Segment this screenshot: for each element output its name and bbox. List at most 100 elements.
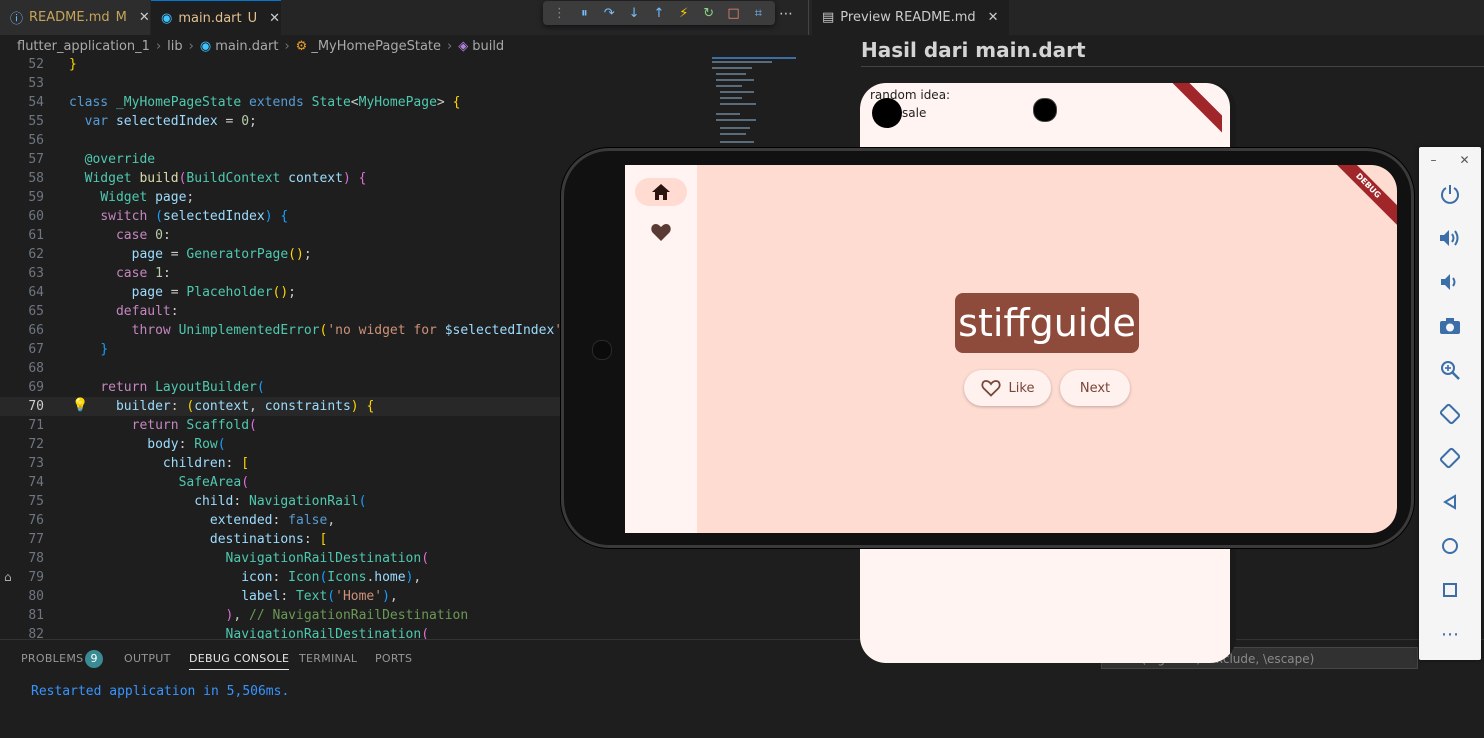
rotate-right-button[interactable] (1436, 444, 1464, 472)
line-number: 74 (28, 475, 44, 490)
navigation-rail (625, 165, 697, 533)
tab-preview-readme[interactable]: ▤ Preview README.md ✕ (812, 0, 1009, 35)
debug-banner (1162, 83, 1222, 143)
dart-icon: ◉ (161, 10, 173, 26)
zoom-icon (1441, 361, 1460, 380)
nav-rail-favorites[interactable] (647, 220, 675, 244)
minimize-icon[interactable]: – (1430, 153, 1436, 167)
volume-up-icon (1440, 230, 1459, 246)
more-actions-icon[interactable]: ⋯ (779, 6, 793, 22)
tab-main-dart-label: main.dart (178, 10, 242, 26)
stop-icon[interactable]: □ (724, 6, 744, 21)
volume-down-button[interactable] (1436, 268, 1464, 296)
step-out-icon[interactable]: ↑ (649, 6, 669, 21)
line-number: 82 (28, 627, 44, 639)
code-text: NavigationRailDestination( (225, 551, 430, 566)
line-number: 53 (28, 76, 44, 91)
tab-main-dart-status: U (247, 10, 258, 26)
panel-tab-output[interactable]: OUTPUT (124, 652, 171, 665)
like-label: Like (1008, 380, 1035, 396)
code-line[interactable]: 78 NavigationRailDestination( (0, 549, 808, 568)
line-number: 73 (28, 456, 44, 471)
code-text: destinations: [ (209, 532, 328, 547)
camera-icon (1033, 98, 1057, 122)
heading-divider (861, 66, 1484, 67)
back-button[interactable] (1436, 488, 1464, 516)
emulator-screen[interactable]: stiffguide Like Next DEBUG (625, 165, 1397, 533)
rotate-left-button[interactable] (1436, 400, 1464, 428)
line-number: 81 (28, 608, 44, 623)
step-into-icon[interactable]: ↓ (624, 6, 644, 21)
code-text: throw UnimplementedError('no widget for … (131, 323, 578, 338)
step-over-icon[interactable]: ↷ (599, 6, 619, 21)
code-line[interactable]: 79 icon: Icon(Icons.home), (0, 568, 808, 587)
code-line[interactable]: 55 var selectedIndex = 0; (0, 112, 808, 131)
code-line[interactable]: 81 ), // NavigationRailDestination (0, 606, 808, 625)
code-text: Widget page; (100, 190, 195, 205)
drag-handle-icon[interactable]: ⋮ (549, 6, 569, 21)
panel-tab-debug-console[interactable]: DEBUG CONSOLE (189, 652, 290, 670)
close-icon[interactable]: ✕ (1459, 153, 1469, 167)
info-icon: ⓘ (10, 12, 24, 27)
next-button[interactable]: Next (1060, 370, 1130, 406)
code-text: page = Placeholder(); (131, 285, 296, 300)
volume-up-button[interactable] (1436, 224, 1464, 252)
breadcrumb-item[interactable]: lib (167, 39, 182, 54)
line-number: 56 (28, 133, 44, 148)
camera-icon (1440, 318, 1460, 334)
debug-console-output: Restarted application in 5,506ms. (31, 684, 290, 699)
class-icon: ⚙ (295, 38, 308, 54)
breadcrumb-item[interactable]: flutter_application_1 (17, 39, 150, 54)
debug-toolbar: ⋮ ⏸ ↷ ↓ ↑ ⚡ ↻ □ ⌗ (543, 1, 775, 25)
home-button[interactable] (1436, 532, 1464, 560)
close-icon[interactable]: ✕ (988, 10, 999, 25)
restart-icon[interactable]: ↻ (699, 6, 719, 21)
code-text: } (100, 342, 109, 357)
breadcrumb-item[interactable]: build (472, 39, 504, 54)
line-number: 61 (28, 228, 44, 243)
panel-tab-ports[interactable]: PORTS (375, 652, 412, 665)
minimap[interactable] (712, 57, 796, 157)
screenshot-button[interactable] (1436, 312, 1464, 340)
inspect-icon[interactable]: ⌗ (748, 6, 768, 21)
code-text: case 1: (115, 266, 171, 281)
line-number: 75 (28, 494, 44, 509)
code-line[interactable]: 53 (0, 74, 808, 93)
home-icon: ⌂ (4, 570, 12, 584)
overview-button[interactable] (1436, 576, 1464, 604)
close-icon[interactable]: ✕ (269, 11, 280, 26)
close-icon[interactable]: ✕ (139, 10, 150, 25)
code-text: default: (115, 304, 179, 319)
tab-readme[interactable]: ⓘ README.md M ✕ (0, 0, 150, 35)
square-overview-icon (1443, 583, 1457, 597)
tab-main-dart[interactable]: ◉ main.dart U ✕ (151, 0, 281, 35)
code-text: var selectedIndex = 0; (84, 114, 257, 129)
debug-banner: DEBUG (1324, 165, 1397, 230)
more-options-icon[interactable]: ⋯ (1436, 620, 1464, 648)
code-text: children: [ (162, 456, 250, 471)
code-line[interactable]: 52} (0, 57, 808, 74)
line-number: 59 (28, 190, 44, 205)
pause-icon[interactable]: ⏸ (574, 6, 594, 21)
hot-reload-icon[interactable]: ⚡ (674, 6, 694, 21)
panel-tab-terminal[interactable]: TERMINAL (299, 652, 357, 665)
nav-rail-home[interactable] (635, 178, 687, 206)
code-line[interactable]: 80 label: Text('Home'), (0, 587, 808, 606)
panel-tab-problems[interactable]: PROBLEMS (21, 652, 83, 665)
power-button[interactable] (1436, 180, 1464, 208)
code-text: page = GeneratorPage(); (131, 247, 312, 262)
code-text: child: NavigationRail( (194, 494, 367, 509)
camera-cutout (872, 98, 902, 128)
code-text: NavigationRailDestination( (225, 627, 430, 639)
lightbulb-icon[interactable]: 💡 (72, 398, 88, 413)
power-icon (1441, 185, 1459, 204)
code-text: return Scaffold( (131, 418, 257, 433)
like-button[interactable]: Like (964, 370, 1051, 406)
heart-outline-icon (980, 380, 1001, 397)
zoom-button[interactable] (1436, 356, 1464, 384)
breadcrumb-item[interactable]: main.dart (215, 39, 278, 54)
code-line[interactable]: 54 class _MyHomePageState extends State<M… (0, 93, 808, 112)
breadcrumb-item[interactable]: _MyHomePageState (311, 39, 441, 54)
code-line[interactable]: 82 NavigationRailDestination( (0, 625, 808, 639)
line-number: 71 (28, 418, 44, 433)
